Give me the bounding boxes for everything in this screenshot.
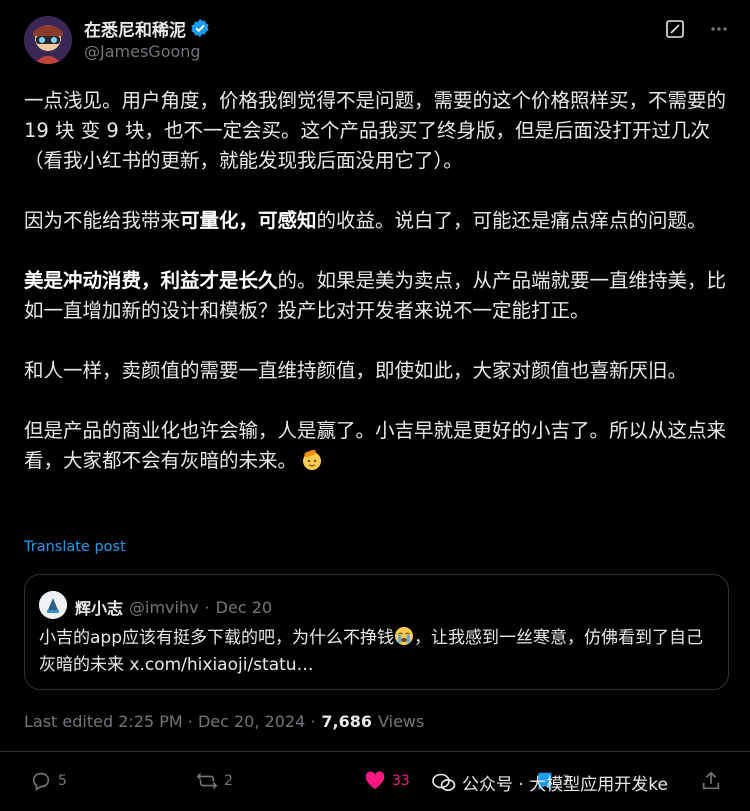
- like-count: 33: [392, 773, 410, 789]
- reply-icon: [32, 772, 50, 791]
- translate-post-link[interactable]: Translate post: [24, 539, 126, 555]
- post-text: 一点浅见。用户角度，价格我倒觉得不是问题，需要的这个价格照样买，不需要的 19 …: [24, 86, 730, 476]
- heart-icon: [365, 771, 385, 790]
- post-text-segment: 和人一样，卖颜值的需要一直维持颜值，即使如此，大家对颜值也喜新厌旧。: [24, 359, 688, 382]
- avatar-image: [24, 16, 72, 64]
- edited-timestamp[interactable]: Last edited 2:25 PM · Dec 20, 2024 ·: [24, 712, 315, 731]
- wechat-logo-icon: [432, 773, 456, 791]
- post-bold-segment: 可量化，可感知: [180, 209, 317, 232]
- post-bold-segment: 美是冲动消费，利益才是长久: [24, 269, 278, 292]
- views-count: 7,686: [321, 712, 373, 731]
- more-dots-glyph: [711, 27, 727, 31]
- quoted-author-name: 辉小志: [75, 599, 124, 618]
- post-paragraph-4: 和人一样，卖颜值的需要一直维持颜值，即使如此，大家对颜值也喜新厌旧。: [24, 356, 730, 386]
- quoted-author-avatar[interactable]: [39, 591, 67, 619]
- post-text-segment: 但是产品的商业化也许会输，人是赢了。小吉早就是更好的小吉了。所以从这点来看，大家…: [24, 419, 727, 472]
- verified-badge-icon: [191, 18, 209, 38]
- grok-icon-glyph: [666, 20, 684, 38]
- post-paragraph-3: 美是冲动消费，利益才是长久的。如果是美为卖点，从产品端就要一直维持美，比如一直增…: [24, 266, 730, 326]
- reply-button[interactable]: 5: [30, 770, 67, 792]
- author-name-row: 在悉尼和稀泥: [84, 16, 210, 41]
- saluting-face-emoji-icon: [303, 449, 322, 470]
- post-paragraph-5: 但是产品的商业化也许会输，人是赢了。小吉早就是更好的小吉了。所以从这点来看，大家…: [24, 416, 730, 476]
- quoted-date: Dec 20: [215, 597, 273, 617]
- loudly-crying-face-emoji-icon: [395, 627, 413, 645]
- grok-icon[interactable]: [664, 18, 686, 40]
- post-paragraph-1: 一点浅见。用户角度，价格我倒觉得不是问题，需要的这个价格照样买，不需要的 19 …: [24, 86, 730, 176]
- quoted-author-handle: @imvihv: [129, 597, 199, 617]
- reply-count: 5: [58, 773, 67, 789]
- post-top-actions: [664, 18, 730, 40]
- post-text-segment: 因为不能给我带来: [24, 209, 181, 232]
- views-label: Views: [378, 712, 425, 731]
- author-handle[interactable]: @JamesGoong: [84, 42, 201, 61]
- watermark-text: 公众号 · 大模型应用开发ke: [462, 775, 668, 795]
- author-name[interactable]: 在悉尼和稀泥: [84, 16, 186, 41]
- share-icon: [702, 771, 720, 790]
- quoted-text-part: 小吉的app应该有挺多下载的吧，为什么不挣钱: [39, 628, 394, 648]
- like-button[interactable]: 33: [364, 770, 410, 792]
- post-text-segment: 的收益。说白了，可能还是痛点痒点的问题。: [316, 209, 707, 232]
- more-options-icon[interactable]: [708, 18, 730, 40]
- wechat-watermark: 公众号 · 大模型应用开发ke: [432, 770, 668, 795]
- author-avatar[interactable]: [24, 16, 72, 64]
- post-text-segment: 一点浅见。用户角度，价格我倒觉得不是问题，需要的这个价格照样买，不需要的 19 …: [24, 89, 727, 172]
- quoted-post-header: 辉小志 @imvihv · Dec 20: [75, 595, 272, 619]
- divider: [0, 751, 750, 752]
- quoted-post-card[interactable]: 辉小志 @imvihv · Dec 20 小吉的app应该有挺多下载的吧，为什么…: [24, 574, 729, 690]
- share-button[interactable]: [700, 770, 722, 792]
- repost-icon: [196, 773, 218, 789]
- quoted-post-text: 小吉的app应该有挺多下载的吧，为什么不挣钱 ，让我感到一丝寒意，仿佛看到了自己…: [39, 625, 719, 679]
- repost-count: 2: [224, 773, 233, 789]
- quoted-avatar-image: [39, 591, 67, 619]
- post-meta: Last edited 2:25 PM · Dec 20, 2024 · 7,6…: [24, 712, 424, 731]
- repost-button[interactable]: 2: [196, 770, 233, 792]
- post-paragraph-2: 因为不能给我带来可量化，可感知的收益。说白了，可能还是痛点痒点的问题。: [24, 206, 730, 236]
- quoted-separator: ·: [204, 597, 210, 617]
